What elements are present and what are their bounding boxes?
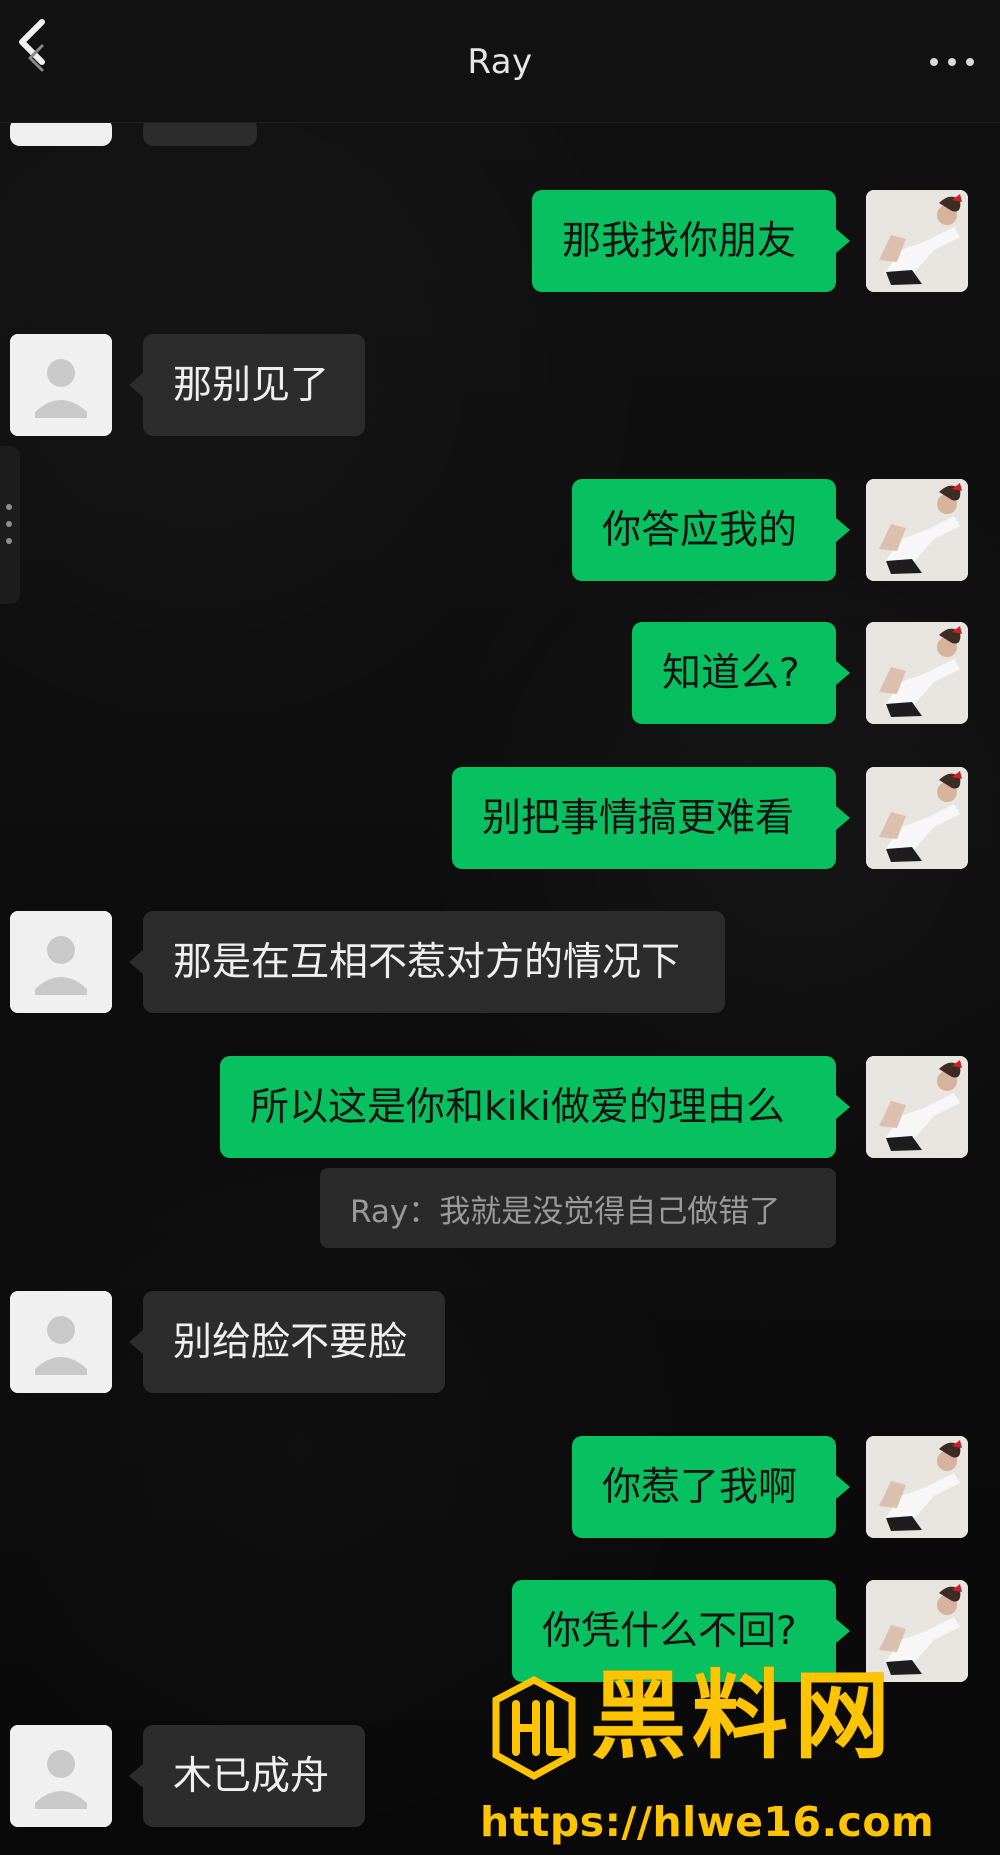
user-avatar[interactable] <box>866 190 968 292</box>
contact-avatar[interactable] <box>10 911 112 1013</box>
default-avatar-icon <box>10 1725 112 1827</box>
message-bubble-left[interactable]: 别给脸不要脸 <box>129 1291 445 1393</box>
user-photo-avatar <box>866 1056 968 1158</box>
side-drawer-handle[interactable] <box>0 446 20 604</box>
user-photo-avatar <box>866 190 968 292</box>
user-avatar[interactable] <box>866 479 968 581</box>
message-bubble-right[interactable]: 所以这是你和kiki做爱的理由么 <box>220 1056 850 1158</box>
user-avatar[interactable] <box>866 1056 968 1158</box>
chat-header: Ray <box>0 0 1000 123</box>
user-photo-avatar <box>866 1436 968 1538</box>
user-photo-avatar <box>866 767 968 869</box>
default-avatar-icon <box>10 334 112 436</box>
message-bubble-right[interactable]: 你答应我的 <box>572 479 850 581</box>
more-icon <box>948 58 956 66</box>
user-avatar[interactable] <box>866 622 968 724</box>
user-photo-avatar <box>866 622 968 724</box>
more-button[interactable] <box>922 46 982 76</box>
message-bubble-left[interactable]: 那别见了 <box>129 334 365 436</box>
watermark-url: https://hlwe16.com <box>480 1798 935 1846</box>
watermark: 黑料网 https://hlwe16.com <box>480 1668 968 1855</box>
user-avatar[interactable] <box>866 767 968 869</box>
contact-avatar[interactable] <box>10 334 112 436</box>
message-bubble-right[interactable]: 那我找你朋友 <box>532 190 850 292</box>
default-avatar-icon <box>10 1291 112 1393</box>
contact-avatar[interactable] <box>10 1725 112 1827</box>
default-avatar-icon <box>10 911 112 1013</box>
chat-title: Ray <box>467 42 533 82</box>
message-bubble-right[interactable]: 别把事情搞更难看 <box>452 767 850 869</box>
more-icon <box>966 58 974 66</box>
quoted-reply[interactable]: Ray：我就是没觉得自己做错了 <box>320 1168 836 1248</box>
contact-avatar[interactable] <box>10 1291 112 1393</box>
message-bubble-left[interactable]: 那是在互相不惹对方的情况下 <box>129 911 725 1013</box>
user-avatar[interactable] <box>866 1436 968 1538</box>
user-photo-avatar <box>866 479 968 581</box>
message-bubble-right[interactable]: 你惹了我啊 <box>572 1436 850 1538</box>
watermark-logo-icon <box>492 1676 576 1780</box>
watermark-title: 黑料网 <box>590 1660 896 1772</box>
more-icon <box>930 58 938 66</box>
message-bubble-right[interactable]: 知道么? <box>632 622 850 724</box>
message-bubble-left[interactable]: 木已成舟 <box>129 1725 365 1827</box>
